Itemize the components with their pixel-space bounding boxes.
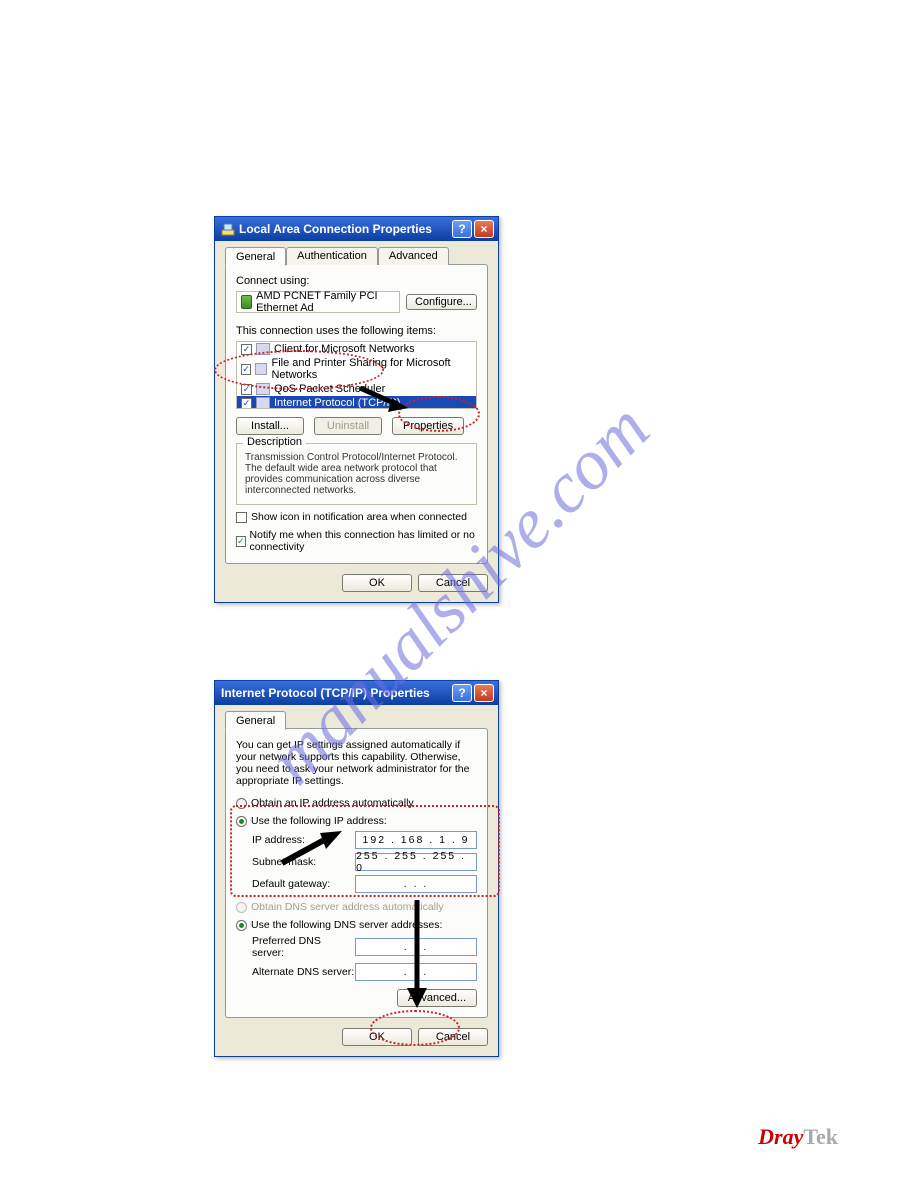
client-icon <box>256 343 270 355</box>
ok-button[interactable]: OK <box>342 1028 412 1046</box>
item-label: Client for Microsoft Networks <box>274 343 415 355</box>
tab-strip: General Authentication Advanced <box>225 247 488 265</box>
radio-use-following-ip[interactable] <box>236 816 247 827</box>
radio-obtain-dns-auto <box>236 902 247 913</box>
description-text: Transmission Control Protocol/Internet P… <box>245 452 468 496</box>
adapter-name: AMD PCNET Family PCI Ethernet Ad <box>256 290 395 314</box>
subnet-mask-label: Subnet mask: <box>252 856 355 868</box>
cancel-button[interactable]: Cancel <box>418 574 488 592</box>
service-icon <box>256 383 270 395</box>
adapter-icon <box>241 295 252 309</box>
cancel-button[interactable]: Cancel <box>418 1028 488 1046</box>
item-label: QoS Packet Scheduler <box>274 383 385 395</box>
brand-gray: Tek <box>803 1124 838 1149</box>
checkbox-icon[interactable]: ✓ <box>241 344 252 355</box>
brand-red: Dray <box>758 1124 803 1149</box>
help-button[interactable]: ? <box>452 684 472 702</box>
items-label: This connection uses the following items… <box>236 325 477 337</box>
dialog-title: Internet Protocol (TCP/IP) Properties <box>221 686 450 700</box>
preferred-dns-label: Preferred DNS server: <box>252 935 355 959</box>
connect-using-label: Connect using: <box>236 275 477 287</box>
radio-use-following-dns[interactable] <box>236 920 247 931</box>
item-label: File and Printer Sharing for Microsoft N… <box>271 357 472 381</box>
properties-button[interactable]: Properties <box>392 417 464 435</box>
ip-address-label: IP address: <box>252 834 355 846</box>
brand-logo: DrayTek <box>758 1124 838 1150</box>
list-item[interactable]: ✓ File and Printer Sharing for Microsoft… <box>237 356 476 382</box>
notify-label: Notify me when this connection has limit… <box>250 529 477 553</box>
radio-label: Use the following IP address: <box>251 815 387 827</box>
advanced-button[interactable]: Advanced... <box>397 989 477 1007</box>
radio-label: Use the following DNS server addresses: <box>251 919 442 931</box>
intro-text: You can get IP settings assigned automat… <box>236 739 477 787</box>
tab-general[interactable]: General <box>225 247 286 266</box>
close-button[interactable]: × <box>474 684 494 702</box>
tab-strip: General <box>225 711 488 729</box>
ok-button[interactable]: OK <box>342 574 412 592</box>
help-button[interactable]: ? <box>452 220 472 238</box>
show-icon-label: Show icon in notification area when conn… <box>251 511 467 523</box>
radio-obtain-ip-auto[interactable] <box>236 798 247 809</box>
adapter-field: AMD PCNET Family PCI Ethernet Ad <box>236 291 400 313</box>
alternate-dns-label: Alternate DNS server: <box>252 966 355 978</box>
list-item[interactable]: ✓ QoS Packet Scheduler <box>237 382 476 396</box>
subnet-mask-input[interactable]: 255 . 255 . 255 . 0 <box>355 853 477 871</box>
service-icon <box>255 363 268 375</box>
tab-authentication[interactable]: Authentication <box>286 247 378 265</box>
close-button[interactable]: × <box>474 220 494 238</box>
list-item-tcpip[interactable]: ✓ Internet Protocol (TCP/IP) <box>237 396 476 409</box>
titlebar[interactable]: Local Area Connection Properties ? × <box>215 217 498 241</box>
uninstall-button: Uninstall <box>314 417 382 435</box>
ip-address-input[interactable]: 192 . 168 . 1 . 9 <box>355 831 477 849</box>
connection-items-list[interactable]: ✓ Client for Microsoft Networks ✓ File a… <box>236 341 477 409</box>
configure-button[interactable]: Configure... <box>406 294 477 310</box>
lan-properties-dialog: Local Area Connection Properties ? × Gen… <box>214 216 499 603</box>
notify-checkbox[interactable]: ✓ <box>236 536 246 547</box>
titlebar[interactable]: Internet Protocol (TCP/IP) Properties ? … <box>215 681 498 705</box>
radio-label: Obtain an IP address automatically <box>251 797 414 809</box>
protocol-icon <box>256 397 270 409</box>
install-button[interactable]: Install... <box>236 417 304 435</box>
default-gateway-input[interactable]: . . . <box>355 875 477 893</box>
alternate-dns-input[interactable]: . . . <box>355 963 477 981</box>
checkbox-icon[interactable]: ✓ <box>241 364 251 375</box>
preferred-dns-input[interactable]: . . . <box>355 938 477 956</box>
title-icon <box>221 222 235 236</box>
tab-general[interactable]: General <box>225 711 286 730</box>
tab-advanced[interactable]: Advanced <box>378 247 449 265</box>
radio-label: Obtain DNS server address automatically <box>251 901 444 913</box>
tcpip-properties-dialog: Internet Protocol (TCP/IP) Properties ? … <box>214 680 499 1057</box>
description-group: Description Transmission Control Protoco… <box>236 443 477 505</box>
checkbox-icon[interactable]: ✓ <box>241 398 252 409</box>
description-legend: Description <box>243 436 306 448</box>
dialog-title: Local Area Connection Properties <box>239 222 450 236</box>
show-icon-checkbox[interactable]: ✓ <box>236 512 247 523</box>
list-item[interactable]: ✓ Client for Microsoft Networks <box>237 342 476 356</box>
default-gateway-label: Default gateway: <box>252 878 355 890</box>
item-label: Internet Protocol (TCP/IP) <box>274 397 401 409</box>
checkbox-icon[interactable]: ✓ <box>241 384 252 395</box>
